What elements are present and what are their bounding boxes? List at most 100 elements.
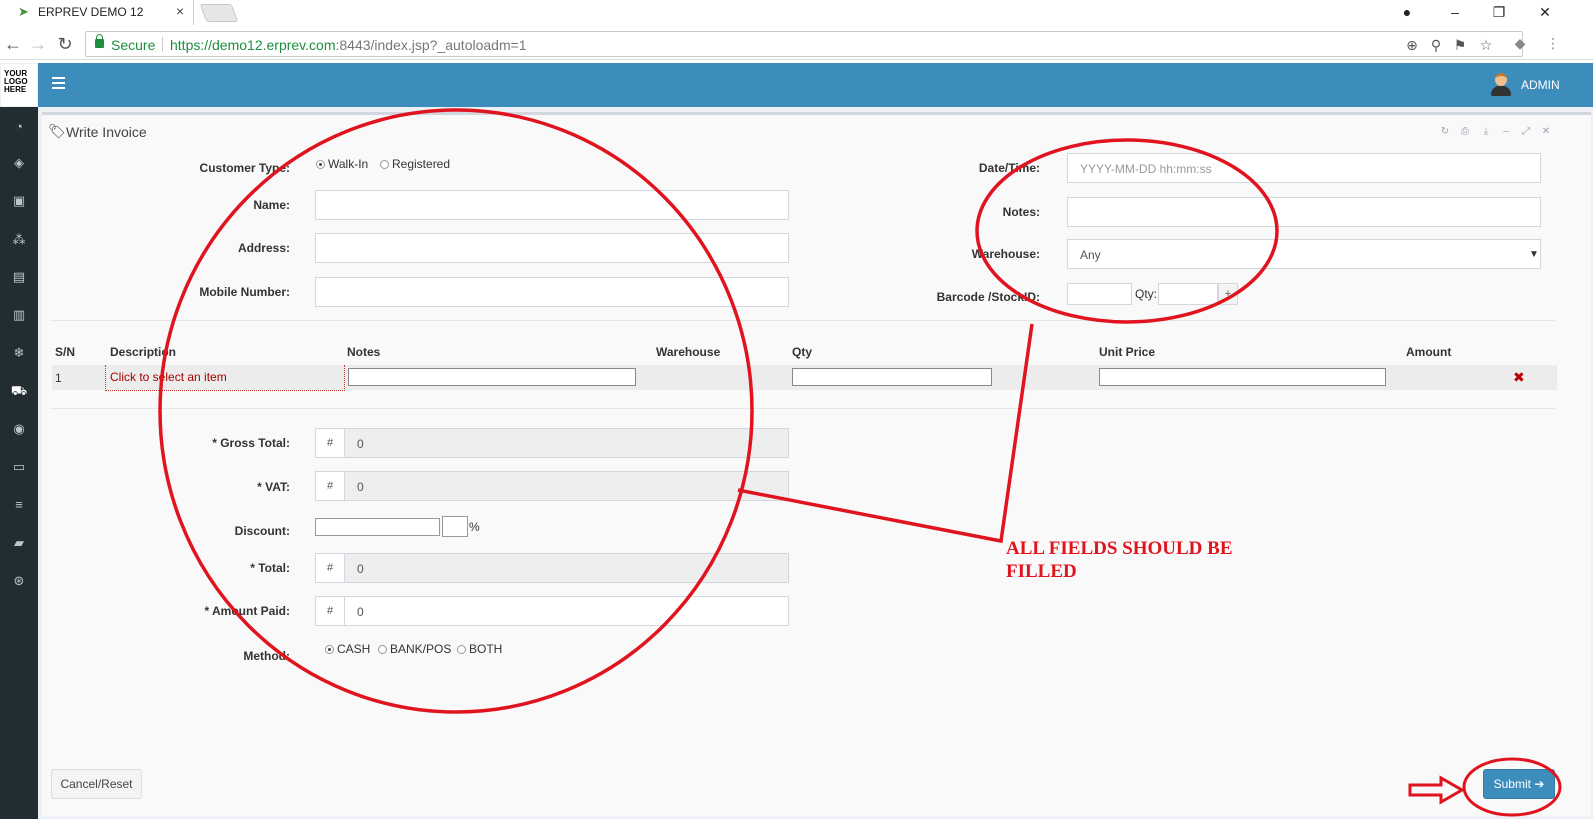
notes-label: Notes: [1002, 205, 1040, 219]
download-icon[interactable]: ⤓ [1479, 125, 1493, 139]
datetime-input[interactable]: YYYY-MM-DD hh:mm:ss [1067, 153, 1541, 183]
back-icon[interactable]: ← [2, 33, 24, 55]
url-path: :8443/index.jsp?_autoloadm=1 [335, 37, 527, 53]
notes-textarea[interactable] [1067, 197, 1541, 227]
vat-input[interactable]: 0 [344, 471, 789, 501]
browser-tab[interactable]: ➤ ERPREV DEMO 12 × [0, 0, 194, 25]
minimize-icon[interactable]: – [1440, 2, 1470, 22]
currency-addon: # [315, 471, 345, 501]
print-icon[interactable]: ⎙ [1458, 125, 1472, 139]
add-item-button[interactable]: + [1218, 283, 1238, 305]
amount-paid-input[interactable]: 0 [344, 596, 789, 626]
url-divider [162, 37, 163, 52]
divider [50, 408, 1555, 409]
restore-icon[interactable]: ❐ [1484, 2, 1514, 22]
radio-both[interactable]: BOTH [457, 642, 502, 656]
chevron-down-icon: ▼ [1529, 249, 1539, 260]
sidebar-dashboard-icon[interactable]: ◔ [0, 115, 38, 139]
row-notes-input[interactable] [348, 368, 636, 386]
sidebar-lifebuoy-icon[interactable]: ⊛ [0, 569, 38, 593]
sidebar: ◔ ◈ ▣ ⁂ ▤ ▥ ❄ ⛟ ◉ ▭ ≡ ▰ ⊛ [0, 107, 38, 819]
radio-walk-in[interactable]: Walk-In [316, 157, 368, 171]
location-icon[interactable]: ⊕ [1403, 36, 1421, 54]
radio-walk-in-label: Walk-In [328, 157, 369, 171]
annotation-text: ALL FIELDS SHOULD BE FILLED [1006, 538, 1233, 582]
row-unit-price-input[interactable] [1099, 368, 1386, 386]
logo[interactable]: YOUR LOGO HERE [0, 63, 38, 107]
menu-dots-icon[interactable]: ⋮ [1543, 35, 1563, 53]
sidebar-desktop-icon[interactable]: ▭ [0, 455, 38, 479]
user-name[interactable]: ADMIN [1521, 78, 1560, 92]
page-title: Write Invoice [66, 124, 147, 140]
radio-bank-pos-label: BANK/POS [390, 642, 452, 656]
gross-total-input[interactable]: 0 [344, 428, 789, 458]
tab-title: ERPREV DEMO 12 [38, 5, 144, 19]
cancel-reset-button[interactable]: Cancel/Reset [51, 769, 142, 799]
expand-icon[interactable]: ⤢ [1519, 125, 1533, 139]
name-input[interactable] [315, 190, 789, 220]
reload-icon[interactable]: ↻ [54, 33, 76, 55]
sidebar-snowflake-icon[interactable]: ❄ [0, 341, 38, 365]
qty-input[interactable] [1158, 283, 1218, 305]
discount-percent-input[interactable] [442, 516, 468, 537]
browser-toolbar: ← → ↻ Secure https://demo12.erprev.com:8… [0, 29, 1593, 60]
discount-label: Discount: [234, 524, 290, 538]
zoom-icon[interactable]: ⚲ [1427, 36, 1445, 54]
datetime-label: Date/Time: [978, 161, 1040, 175]
minimize-box-icon[interactable]: – [1499, 125, 1513, 139]
close-box-icon[interactable]: ✕ [1539, 125, 1553, 139]
refresh-icon[interactable]: ↻ [1438, 125, 1452, 139]
row-qty-input[interactable] [792, 368, 992, 386]
discount-amount-input[interactable] [315, 518, 440, 536]
remove-row-icon[interactable]: ✖ [1513, 369, 1525, 386]
new-tab-button[interactable] [199, 4, 239, 22]
radio-registered[interactable]: Registered [380, 157, 450, 171]
window-close-icon[interactable]: ✕ [1530, 2, 1560, 22]
sidebar-cart-icon[interactable]: ⛟ [0, 379, 38, 403]
warehouse-label: Warehouse: [971, 247, 1040, 261]
url-text: https://demo12.erprev.com:8443/index.jsp… [170, 37, 527, 53]
item-select[interactable]: Click to select an item [105, 365, 345, 391]
forward-icon[interactable]: → [27, 33, 49, 55]
radio-bank-pos[interactable]: BANK/POS [378, 642, 451, 656]
divider [50, 320, 1555, 321]
pin-icon[interactable]: ⚑ [1451, 36, 1469, 54]
col-qty: Qty [792, 345, 813, 359]
radio-cash-label: CASH [337, 642, 371, 656]
radio-cash[interactable]: CASH [325, 642, 370, 656]
sidebar-money-icon[interactable]: ▣ [0, 189, 38, 213]
radio-both-label: BOTH [469, 642, 503, 656]
user-avatar[interactable] [1490, 71, 1512, 97]
hamburger-menu-icon[interactable] [52, 77, 65, 89]
barcode-input[interactable] [1067, 283, 1132, 305]
currency-addon: # [315, 596, 345, 626]
method-label: Method: [243, 649, 290, 663]
address-bar[interactable]: Secure https://demo12.erprev.com:8443/in… [85, 31, 1523, 57]
address-input[interactable] [315, 233, 789, 263]
sidebar-tag-icon[interactable]: ◈ [0, 151, 38, 175]
tab-close-icon[interactable]: × [176, 3, 184, 19]
sidebar-building-icon[interactable]: ▤ [0, 265, 38, 289]
profile-icon[interactable]: ● [1392, 2, 1422, 22]
radio-registered-label: Registered [392, 157, 451, 171]
extension-icon[interactable]: ◆ [1510, 35, 1530, 53]
sidebar-cubes-icon[interactable]: ⁂ [0, 228, 38, 252]
col-unit-price: Unit Price [1099, 345, 1156, 359]
row-sn: 1 [55, 371, 62, 385]
bookmark-star-icon[interactable]: ☆ [1477, 36, 1495, 54]
warehouse-select[interactable]: Any [1067, 239, 1541, 269]
total-input[interactable]: 0 [344, 553, 789, 583]
sidebar-book-icon[interactable]: ▰ [0, 531, 38, 555]
currency-addon: # [315, 553, 345, 583]
tag-icon: 🏷 [48, 123, 66, 139]
submit-button[interactable]: Submit ➔ [1483, 769, 1555, 799]
vat-label: * VAT: [257, 480, 290, 494]
mobile-number-input[interactable] [315, 277, 789, 307]
sidebar-circle-icon[interactable]: ◉ [0, 417, 38, 441]
name-label: Name: [253, 198, 290, 212]
arrow-circle-right-icon: ➔ [1534, 777, 1545, 791]
col-description: Description [110, 345, 177, 359]
sidebar-trash-icon[interactable]: ▥ [0, 303, 38, 327]
sidebar-database-icon[interactable]: ≡ [0, 493, 38, 517]
browser-tabbar: ➤ ERPREV DEMO 12 × ● – ❐ ✕ [0, 0, 1593, 25]
